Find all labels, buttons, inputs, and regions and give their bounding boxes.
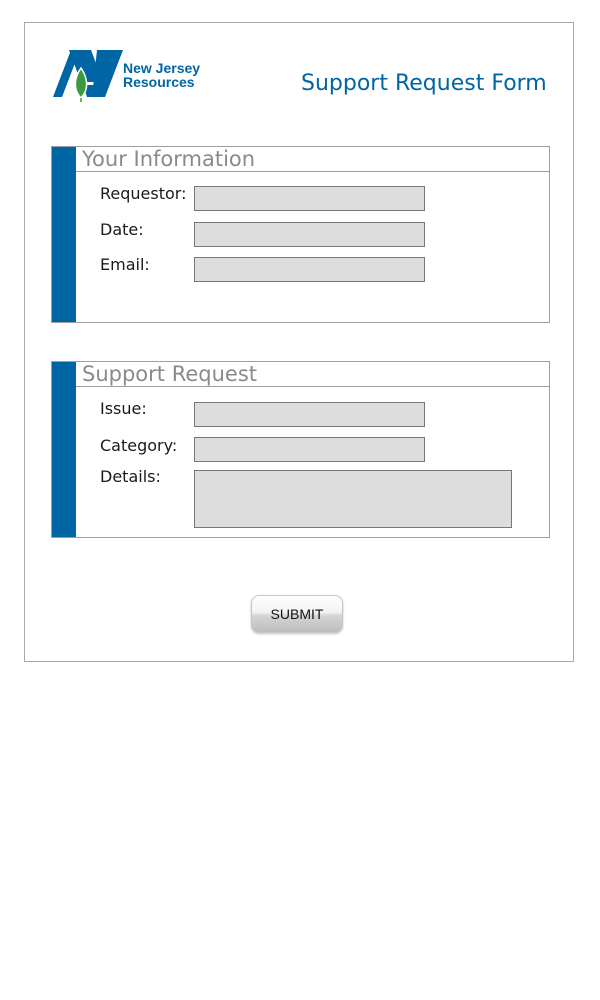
date-label: Date: <box>100 220 144 239</box>
logo-line-2: Resources <box>123 74 195 90</box>
section-title: Support Request <box>76 362 549 387</box>
page-title: Support Request Form <box>301 71 547 96</box>
category-label: Category: <box>100 436 178 455</box>
requestor-input[interactable] <box>194 186 425 211</box>
section-title: Your Information <box>76 147 549 172</box>
logo-mark-icon <box>53 50 123 102</box>
your-information-section: Your Information Requestor: Date: Email: <box>51 146 550 323</box>
issue-label: Issue: <box>100 399 147 418</box>
section-accent-bar <box>52 362 76 537</box>
email-label: Email: <box>100 255 150 274</box>
date-input[interactable] <box>194 222 425 247</box>
details-textarea[interactable] <box>194 470 512 528</box>
logo-wordmark: New Jersey Resources <box>123 61 200 89</box>
company-logo: New Jersey Resources <box>53 50 213 102</box>
email-input[interactable] <box>194 257 425 282</box>
support-request-section: Support Request Issue: Category: Details… <box>51 361 550 538</box>
logo-line-1: New Jersey <box>123 60 201 76</box>
form-container: New Jersey Resources Support Request For… <box>24 22 574 662</box>
category-select[interactable] <box>194 437 425 462</box>
issue-input[interactable] <box>194 402 425 427</box>
section-accent-bar <box>52 147 76 322</box>
submit-button[interactable]: SUBMIT <box>251 595 343 633</box>
requestor-label: Requestor: <box>100 184 187 203</box>
details-label: Details: <box>100 467 161 486</box>
